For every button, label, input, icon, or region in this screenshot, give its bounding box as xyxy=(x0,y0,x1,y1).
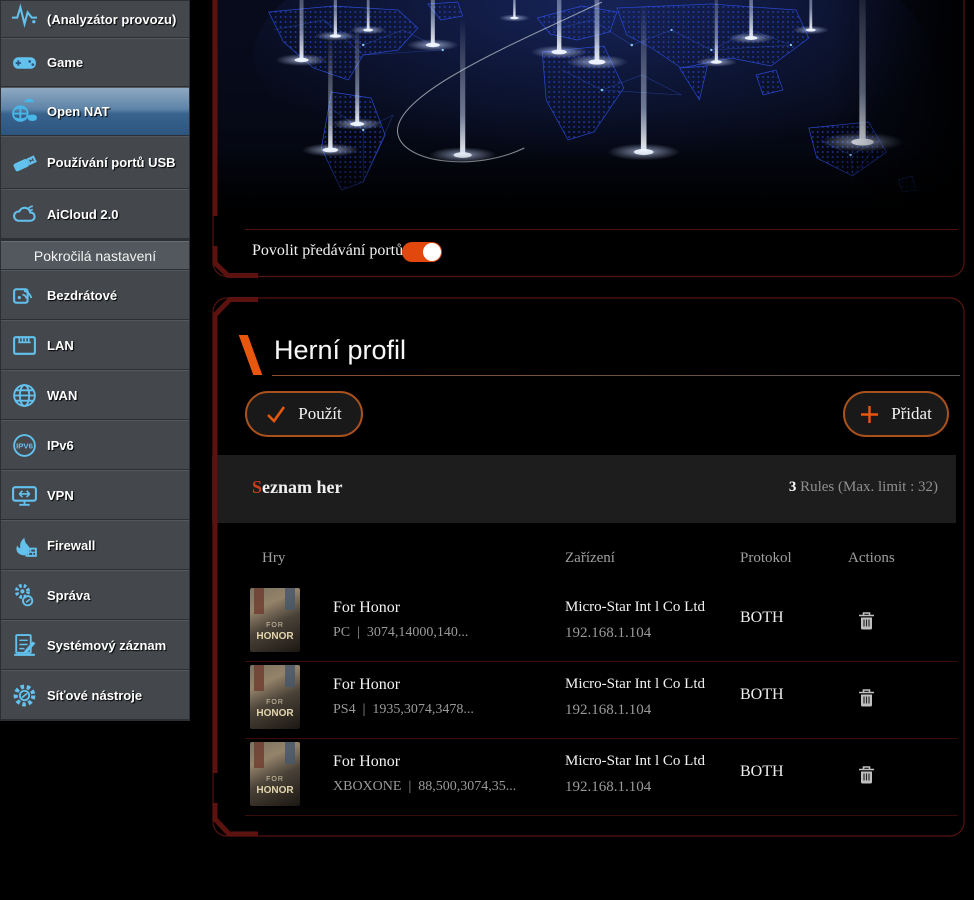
footer: ? Help & Podpora Příručka | Nástroj | Re… xyxy=(0,845,974,900)
sidebar-item-aicloud[interactable]: AiCloud 2.0 xyxy=(1,189,189,239)
row-separator xyxy=(245,815,958,816)
firewall-icon xyxy=(1,532,47,559)
check-icon xyxy=(266,405,286,423)
platform-ports: XBOXONE | 88,500,3074,35... xyxy=(333,779,516,795)
column-header-device: Zařízení xyxy=(565,550,615,567)
game-thumbnail: FOR HONOR xyxy=(250,588,300,652)
sidebar-item-label: Používání portů USB xyxy=(47,155,180,170)
title-slash-icon xyxy=(239,335,263,375)
column-header-games: Hry xyxy=(262,550,285,567)
rules-count: 3 Rules (Max. limit : 32) xyxy=(789,479,938,496)
sidebar-item-network-tools[interactable]: Síťové nástroje xyxy=(1,670,189,720)
game-thumbnail: FOR HONOR xyxy=(250,742,300,806)
sidebar-item-lan[interactable]: LAN xyxy=(1,320,189,370)
sidebar-item-label: Open NAT xyxy=(47,104,114,119)
open-nat-page: (Analyzátor provozu) Game xyxy=(0,0,974,900)
device-ip: 192.168.1.104 xyxy=(565,625,651,642)
game-profile-panel: Herní profil Použít Přidat Seznam her 3 … xyxy=(212,297,965,837)
game-list-title: Seznam her xyxy=(252,477,343,498)
sidebar-item-vpn[interactable]: VPN xyxy=(1,470,189,520)
sidebar-item-label: Síťové nástroje xyxy=(47,688,146,703)
usb-ports-icon xyxy=(1,149,47,176)
sidebar-item-label: IPv6 xyxy=(47,438,78,453)
apply-button-label: Použít xyxy=(298,404,341,424)
traffic-analyzer-icon xyxy=(1,1,47,28)
lan-icon xyxy=(1,332,47,359)
sidebar-item-firewall[interactable]: Firewall xyxy=(1,520,189,570)
game-thumbnail: FOR HONOR xyxy=(250,665,300,729)
game-name: For Honor xyxy=(333,599,400,617)
administration-icon xyxy=(1,582,47,609)
sidebar-item-label: WAN xyxy=(47,388,81,403)
sidebar-section-header: Pokročilá nastavení xyxy=(1,241,189,270)
sidebar-group-main: (Analyzátor provozu) Game xyxy=(0,0,190,240)
open-nat-icon xyxy=(1,98,47,125)
sidebar-group-advanced: Pokročilá nastavení Bezdrátové LAN xyxy=(0,240,190,721)
device-name: Micro-Star Int l Co Ltd xyxy=(565,599,705,616)
port-forwarding-panel: Povolit předávání portů xyxy=(212,0,965,278)
sidebar-item-ipv6[interactable]: IPV6 IPv6 xyxy=(1,420,189,470)
table-row: FOR HONOR For Honor XBOXONE | 88,500,307… xyxy=(212,739,965,816)
port-forwarding-label: Povolit předávání portů xyxy=(252,242,403,260)
delete-icon[interactable] xyxy=(858,688,875,707)
system-log-icon xyxy=(1,632,47,659)
platform-ports: PS4 | 1935,3074,3478... xyxy=(333,702,474,718)
protocol-value: BOTH xyxy=(740,609,784,627)
device-ip: 192.168.1.104 xyxy=(565,779,651,796)
delete-icon[interactable] xyxy=(858,765,875,784)
sidebar-item-wireless[interactable]: Bezdrátové xyxy=(1,270,189,320)
sidebar-item-label: Systémový záznam xyxy=(47,638,170,653)
toggle-knob xyxy=(423,243,441,261)
sidebar-item-system-log[interactable]: Systémový záznam xyxy=(1,620,189,670)
sidebar-item-traffic-analyzer[interactable]: (Analyzátor provozu) xyxy=(1,1,189,38)
game-name: For Honor xyxy=(333,676,400,694)
game-name: For Honor xyxy=(333,753,400,771)
ipv6-icon: IPV6 xyxy=(1,432,47,459)
game-list-header-band: Seznam her 3 Rules (Max. limit : 32) xyxy=(212,455,956,523)
protocol-value: BOTH xyxy=(740,763,784,781)
aicloud-icon xyxy=(1,201,47,228)
add-button[interactable]: Přidat xyxy=(843,391,949,437)
page-title: Herní profil xyxy=(274,335,406,366)
sidebar-item-label: (Analyzátor provozu) xyxy=(47,12,180,27)
protocol-value: BOTH xyxy=(740,686,784,704)
sidebar-item-label: AiCloud 2.0 xyxy=(47,207,123,222)
sidebar-item-administration[interactable]: Správa xyxy=(1,570,189,620)
svg-text:IPV6: IPV6 xyxy=(16,441,34,450)
sidebar-item-open-nat[interactable]: Open NAT xyxy=(1,87,189,136)
apply-button[interactable]: Použít xyxy=(245,391,363,437)
title-underline xyxy=(272,375,960,376)
port-forwarding-toggle[interactable] xyxy=(402,242,442,262)
sidebar-item-label: VPN xyxy=(47,488,78,503)
device-ip: 192.168.1.104 xyxy=(565,702,651,719)
column-header-protocol: Protokol xyxy=(740,550,792,567)
sidebar-item-label: Firewall xyxy=(47,538,99,553)
network-tools-icon xyxy=(1,682,47,709)
wan-icon xyxy=(1,382,47,409)
sidebar-item-game[interactable]: Game xyxy=(1,38,189,87)
sidebar-item-label: LAN xyxy=(47,338,78,353)
vpn-icon xyxy=(1,482,47,509)
table-row: FOR HONOR For Honor PC | 3074,14000,140.… xyxy=(212,585,965,662)
plus-icon xyxy=(860,405,879,424)
platform-ports: PC | 3074,14000,140... xyxy=(333,625,468,641)
world-map-image xyxy=(214,0,963,218)
add-button-label: Přidat xyxy=(891,404,932,424)
column-header-actions: Actions xyxy=(848,550,895,567)
table-row: FOR HONOR For Honor PS4 | 1935,3074,3478… xyxy=(212,662,965,739)
device-name: Micro-Star Int l Co Ltd xyxy=(565,676,705,693)
sidebar-item-wan[interactable]: WAN xyxy=(1,370,189,420)
sidebar-item-label: Správa xyxy=(47,588,94,603)
sidebar-item-label: Bezdrátové xyxy=(47,288,121,303)
delete-icon[interactable] xyxy=(858,611,875,630)
sidebar-item-label: Game xyxy=(47,55,87,70)
game-icon xyxy=(1,49,47,76)
sidebar-item-usb-ports[interactable]: Používání portů USB xyxy=(1,136,189,189)
wireless-icon xyxy=(1,282,47,309)
panel-divider xyxy=(245,229,958,230)
device-name: Micro-Star Int l Co Ltd xyxy=(565,753,705,770)
